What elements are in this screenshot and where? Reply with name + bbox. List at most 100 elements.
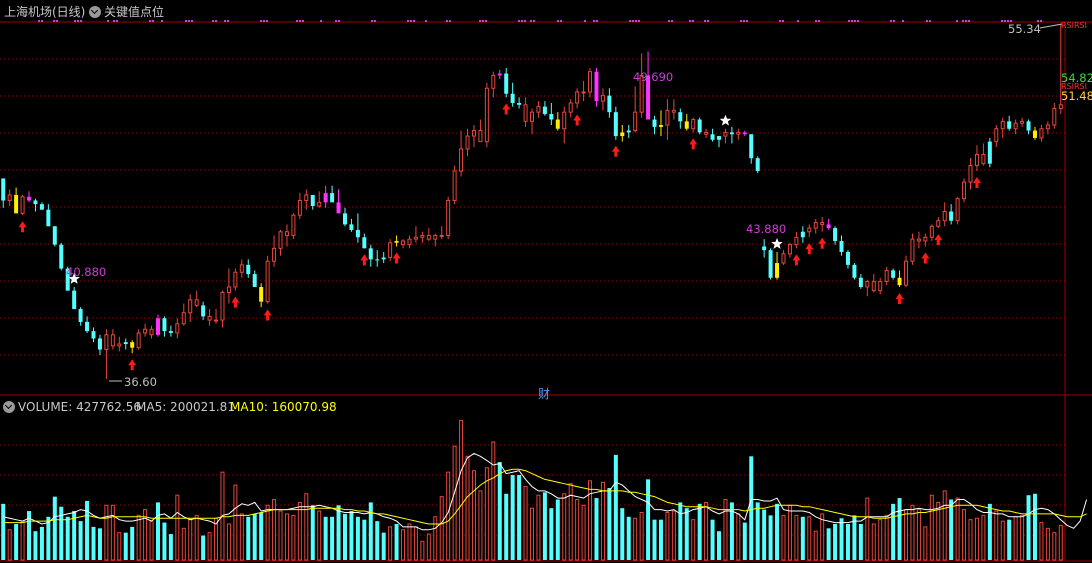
candle-body <box>72 290 77 310</box>
signal-dot <box>746 20 748 22</box>
volume-bar <box>775 503 780 560</box>
candle-body <box>304 194 309 201</box>
signal-dot <box>689 20 691 22</box>
signal-dot <box>629 20 631 22</box>
candle-body <box>297 199 302 216</box>
signal-dot <box>530 20 532 22</box>
signal-dot <box>692 20 694 22</box>
candle-body <box>149 328 154 336</box>
star-label-3: 43.880 <box>746 222 787 236</box>
volume-bar <box>342 513 347 560</box>
candle-body <box>20 196 25 214</box>
signal-dot <box>893 20 895 22</box>
candle-body <box>317 201 322 207</box>
signal-dot <box>320 20 322 22</box>
volume-bar <box>923 526 928 561</box>
volume-bar <box>697 503 702 560</box>
candle-body <box>710 134 715 140</box>
volume-bar <box>710 519 715 560</box>
volume-bar <box>226 523 231 561</box>
volume-bar <box>781 514 786 561</box>
volume-bar <box>936 501 941 561</box>
volume-bar <box>420 540 425 561</box>
candle-body <box>471 130 476 137</box>
candle-body <box>1026 121 1031 131</box>
signal-dot <box>815 20 817 22</box>
candle-body <box>265 260 270 303</box>
volume-bar <box>439 496 444 561</box>
volume-bar <box>517 475 522 560</box>
candle-body <box>717 136 722 140</box>
volume-bar <box>530 507 534 561</box>
candle-body <box>781 253 786 264</box>
volume-bar <box>239 513 244 561</box>
candle-body <box>794 236 799 246</box>
finance-marker[interactable]: 财 <box>538 385 550 402</box>
candle-body <box>446 199 451 236</box>
volume-bar <box>14 524 19 560</box>
volume-bar <box>39 526 44 560</box>
candle-body <box>497 73 502 76</box>
candle-body <box>684 121 689 129</box>
signal-dot <box>902 20 904 22</box>
volume-bar <box>7 529 12 561</box>
volume-bar <box>865 497 870 561</box>
candle-body <box>742 132 747 135</box>
candle-body <box>813 222 818 229</box>
candle-body <box>594 71 599 102</box>
volume-bar <box>845 524 850 560</box>
candle-body <box>910 238 915 262</box>
volume-bar <box>413 526 418 561</box>
volume-bar <box>252 513 257 560</box>
volume-bar <box>381 532 386 560</box>
signal-dot <box>635 20 637 22</box>
candle-body <box>633 111 638 132</box>
volume-bar <box>542 492 547 560</box>
volume-bar <box>878 519 883 561</box>
volume-bar <box>994 510 999 561</box>
signal-dot <box>107 20 109 22</box>
volume-bar <box>858 524 863 560</box>
volume-bar <box>162 522 167 560</box>
candle-body <box>14 194 19 214</box>
signal-dot <box>335 20 337 22</box>
signal-dot <box>797 20 799 22</box>
candle-body <box>568 102 573 113</box>
candle-body <box>336 202 341 214</box>
volume-bar <box>194 514 199 561</box>
volume-bar <box>833 524 838 560</box>
signal-dot <box>593 20 595 22</box>
kline-chart[interactable] <box>0 0 1092 563</box>
volume-bar <box>97 528 102 560</box>
volume-bar <box>639 511 644 561</box>
volume-bar <box>658 519 663 560</box>
volume-bar <box>304 493 309 561</box>
volume-bar <box>704 501 709 561</box>
candle-body <box>272 247 277 262</box>
candle-body <box>355 229 360 238</box>
volume-bar <box>349 511 354 560</box>
volume-bar <box>284 513 289 561</box>
candle-body <box>401 240 406 246</box>
volume-bar <box>272 499 277 561</box>
volume-bar <box>155 502 160 560</box>
high-tag-label: RSIRSI <box>1061 21 1087 30</box>
candle-body <box>368 248 373 260</box>
candle-body <box>1032 130 1037 138</box>
signal-dot <box>518 20 520 22</box>
candle-body <box>342 213 347 225</box>
candle-body <box>181 312 186 325</box>
candle-body <box>775 263 780 278</box>
volume-bar <box>555 499 560 560</box>
volume-bar <box>916 509 921 561</box>
volume-bar <box>646 479 651 560</box>
volume-bar <box>33 531 38 560</box>
volume-bar <box>52 496 57 560</box>
up-arrow-icon <box>502 103 511 115</box>
up-arrow-icon <box>818 237 827 249</box>
signal-dot <box>446 20 448 22</box>
candle-body <box>510 93 515 103</box>
signal-dot <box>890 20 892 22</box>
up-arrow-icon <box>972 177 981 189</box>
up-arrow-icon <box>792 254 801 266</box>
